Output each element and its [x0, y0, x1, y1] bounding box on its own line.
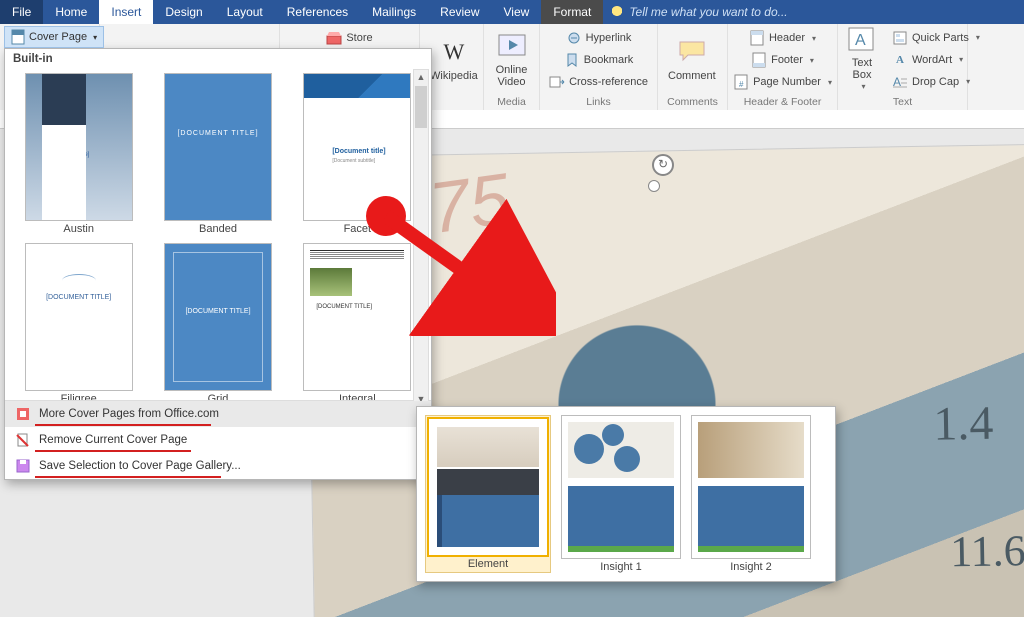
cover-page-icon	[11, 29, 25, 45]
header-icon	[749, 30, 765, 46]
tab-design[interactable]: Design	[153, 0, 214, 24]
save-to-gallery-item[interactable]: Save Selection to Cover Page Gallery...	[5, 453, 431, 479]
tab-review[interactable]: Review	[428, 0, 491, 24]
page-number-label: 11.6	[950, 525, 1024, 577]
quickparts-icon	[892, 30, 908, 46]
cover-template-insight1[interactable]: [Document title] Insight 1	[561, 415, 681, 573]
scroll-up-icon[interactable]: ▲	[414, 70, 428, 84]
custom-templates-popout: [Document title] Element [Document title…	[416, 406, 836, 582]
annotation-underline	[35, 450, 191, 452]
group-links: Links	[546, 94, 651, 108]
pagenum-icon: #	[733, 74, 749, 90]
lightbulb-icon	[611, 6, 623, 18]
gallery-section-builtin: Built-in	[5, 49, 431, 69]
cover-template-austin[interactable]: [Document title]Austin	[13, 73, 144, 235]
selection-handle[interactable]	[648, 180, 660, 192]
cover-template-filigree[interactable]: [DOCUMENT TITLE]Filigree	[13, 243, 144, 400]
tab-home[interactable]: Home	[43, 0, 99, 24]
header-button[interactable]: Header	[745, 28, 820, 48]
footer-icon	[751, 52, 767, 68]
crossref-button[interactable]: Cross-reference	[545, 72, 652, 92]
tab-view[interactable]: View	[492, 0, 542, 24]
comment-button[interactable]: Comment	[664, 38, 720, 84]
hyperlink-icon	[566, 30, 582, 46]
cover-template-banded[interactable]: [DOCUMENT TITLE]Banded	[152, 73, 283, 235]
cover-template-grid[interactable]: [DOCUMENT TITLE]Grid	[152, 243, 283, 400]
bookmark-button[interactable]: Bookmark	[560, 50, 638, 70]
gallery-scrollbar[interactable]: ▲▼	[413, 69, 429, 407]
page-number-label: 1.4	[933, 396, 994, 452]
svg-text:#: #	[739, 80, 744, 89]
save-gallery-icon	[15, 458, 31, 474]
tell-me-search[interactable]: Tell me what you want to do...	[603, 0, 1024, 24]
video-icon	[498, 34, 526, 62]
pagenumber-button[interactable]: #Page Number	[729, 72, 836, 92]
tab-file[interactable]: File	[0, 0, 43, 24]
wikipedia-icon: W	[440, 40, 468, 68]
quickparts-button[interactable]: Quick Parts	[888, 28, 984, 48]
annotation-underline	[35, 476, 221, 478]
group-text: Text	[844, 94, 961, 108]
bookmark-icon	[564, 52, 580, 68]
store-button[interactable]: Store	[322, 28, 376, 48]
cover-template-element[interactable]: [Document title] Element	[425, 415, 551, 573]
tab-references[interactable]: References	[275, 0, 360, 24]
textbox-button[interactable]: AText Box	[844, 25, 880, 94]
group-media: Media	[490, 94, 533, 108]
comment-icon	[678, 40, 706, 68]
cover-template-facet[interactable]: [Document title][Document subtitle]Facet	[292, 73, 423, 235]
footer-button[interactable]: Footer	[747, 50, 818, 70]
tab-layout[interactable]: Layout	[215, 0, 275, 24]
ribbon-tabbar: File Home Insert Design Layout Reference…	[0, 0, 1024, 24]
wordart-button[interactable]: AWordArt	[888, 50, 984, 70]
wikipedia-button[interactable]: WWikipedia	[426, 38, 482, 84]
store-icon	[326, 30, 342, 46]
rotate-handle[interactable]	[652, 154, 674, 176]
cover-template-integral[interactable]: [DOCUMENT TITLE]Integral	[292, 243, 423, 400]
dropcap-button[interactable]: ADrop Cap	[888, 72, 984, 92]
wordart-icon: A	[892, 52, 908, 68]
tab-mailings[interactable]: Mailings	[360, 0, 428, 24]
tab-format[interactable]: Format	[541, 0, 603, 24]
cover-page-button[interactable]: Cover Page	[4, 26, 104, 48]
svg-text:A: A	[855, 32, 866, 49]
textbox-icon: A	[848, 27, 876, 55]
tell-me-placeholder: Tell me what you want to do...	[629, 5, 787, 19]
group-comments: Comments	[664, 94, 721, 108]
crossref-icon	[549, 74, 565, 90]
office-icon	[15, 406, 31, 422]
hyperlink-button[interactable]: Hyperlink	[562, 28, 636, 48]
cover-template-insight2[interactable]: [Document title] Insight 2	[691, 415, 811, 573]
group-headerfooter: Header & Footer	[734, 94, 831, 108]
scroll-thumb[interactable]	[415, 86, 427, 128]
annotation-underline	[35, 424, 211, 426]
remove-icon	[15, 432, 31, 448]
tab-insert[interactable]: Insert	[99, 0, 153, 24]
online-video-button[interactable]: Online Video	[490, 32, 533, 90]
more-cover-pages-item[interactable]: More Cover Pages from Office.com▸	[5, 401, 431, 427]
cover-page-gallery: Built-in [Document title]Austin [DOCUMEN…	[4, 48, 432, 480]
dropcap-icon: A	[892, 74, 908, 90]
remove-cover-page-item[interactable]: Remove Current Cover Page	[5, 427, 431, 453]
